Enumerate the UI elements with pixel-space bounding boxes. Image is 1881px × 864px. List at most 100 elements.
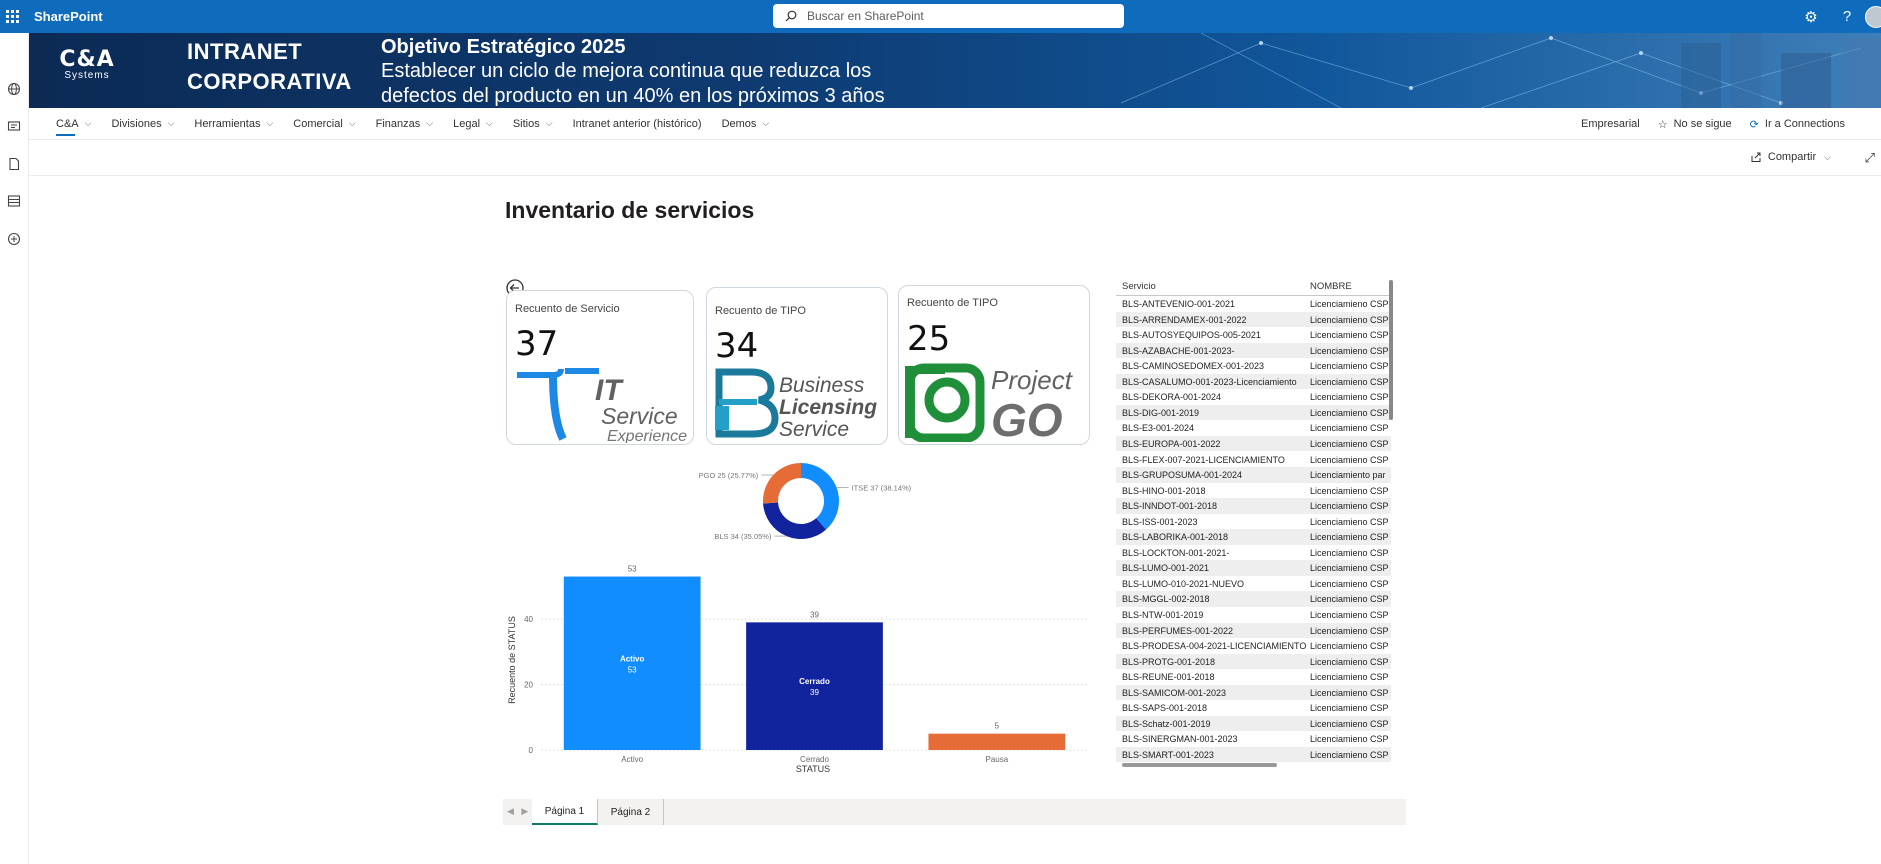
bls-logo-line3: Service	[779, 418, 849, 441]
services-table[interactable]: Servicio NOMBRE BLS-ANTEVENIO-001-2021 Li…	[1116, 276, 1406, 772]
table-row[interactable]: BLS-AZABACHE-001-2023- Licenciamieno CSP	[1116, 342, 1391, 359]
bar-inside-value-label: 39	[810, 688, 819, 697]
table-row[interactable]: BLS-SMART-001-2023 Licenciamieno CSP	[1116, 746, 1391, 763]
card-itse-count[interactable]: Recuento de Servicio 37 IT Service Exper…	[506, 290, 694, 445]
itse-logo: IT Service Experience	[517, 368, 687, 443]
cell-nombre: Licenciamieno CSP	[1310, 407, 1389, 418]
share-icon	[1751, 152, 1761, 162]
table-row[interactable]: BLS-ISS-001-2023 Licenciamieno CSP	[1116, 514, 1391, 530]
document-icon[interactable]	[6, 157, 22, 173]
nav-item-legal[interactable]: Legal ⌵	[453, 108, 493, 140]
tab-pagina-1[interactable]: Página 1	[532, 799, 598, 825]
cell-nombre: Licenciamiento par	[1310, 470, 1386, 481]
follow-button[interactable]: ☆ No se sigue	[1658, 118, 1732, 131]
cell-servicio: BLS-PROTG-001-2018	[1122, 656, 1216, 667]
cell-nombre: Licenciamieno CSP	[1310, 703, 1389, 714]
news-icon[interactable]	[6, 119, 22, 135]
search-box[interactable]: Buscar en SharePoint	[773, 4, 1124, 28]
table-row[interactable]: BLS-SAMICOM-001-2023 Licenciamieno CSP	[1116, 684, 1391, 701]
nav-item-ca[interactable]: C&A ⌵	[56, 108, 91, 140]
bar-value-label: 5	[995, 722, 1000, 731]
table-row[interactable]: BLS-DIG-001-2019 Licenciamieno CSP	[1116, 404, 1391, 421]
nav-item-divisiones[interactable]: Divisiones ⌵	[111, 108, 174, 140]
card-value: 34	[715, 326, 759, 366]
table-row[interactable]: BLS-HINO-001-2018 Licenciamieno CSP	[1116, 483, 1391, 499]
column-header-nombre[interactable]: NOMBRE	[1310, 281, 1352, 292]
app-launcher-icon[interactable]	[0, 0, 24, 33]
table-row[interactable]: BLS-INNDOT-001-2018 Licenciamieno CSP	[1116, 498, 1391, 514]
table-row[interactable]: BLS-REUNE-001-2018 Licenciamieno CSP	[1116, 669, 1391, 685]
table-row[interactable]: BLS-DEKORA-001-2024 Licenciamieno CSP	[1116, 389, 1391, 405]
table-row[interactable]: BLS-ANTEVENIO-001-2021 Licenciamieno CSP	[1116, 296, 1391, 312]
expand-icon[interactable]: ⤢	[1865, 150, 1875, 166]
card-bls-count[interactable]: Recuento de TIPO 34 Business Licensing S…	[706, 287, 888, 445]
tab-pagina-2[interactable]: Página 2	[598, 799, 664, 825]
table-row[interactable]: BLS-FLEX-007-2021-LICENCIAMIENTO Licencia…	[1116, 452, 1391, 468]
nav-item-comercial[interactable]: Comercial ⌵	[293, 108, 355, 140]
donut-slice-pgo[interactable]	[763, 463, 801, 504]
command-bar: Compartir ⌵ ⤢	[29, 141, 1881, 176]
table-row[interactable]: BLS-Schatz-001-2019 Licenciamieno CSP	[1116, 715, 1391, 732]
donut-slice-itse[interactable]	[801, 463, 839, 530]
avatar[interactable]	[1865, 5, 1881, 28]
table-row[interactable]: BLS-PROTG-001-2018 Licenciamieno CSP	[1116, 653, 1391, 670]
bar-pausa[interactable]	[928, 733, 1066, 750]
donut-slice-bls[interactable]	[763, 502, 827, 539]
cell-nombre: Licenciamieno CSP	[1310, 687, 1389, 698]
nav-item-sitios[interactable]: Sitios ⌵	[513, 108, 553, 140]
table-row[interactable]: BLS-E3-001-2024 Licenciamieno CSP	[1116, 420, 1391, 436]
table-row[interactable]: BLS-SAPS-001-2018 Licenciamieno CSP	[1116, 700, 1391, 716]
table-row[interactable]: BLS-AUTOSYEQUIPOS-005-2021 Licenciamieno …	[1116, 327, 1391, 343]
nav-item-finanzas[interactable]: Finanzas ⌵	[376, 108, 433, 140]
table-row[interactable]: BLS-LUMO-010-2021-NUEVO Licenciamieno CSP	[1116, 576, 1391, 592]
table-row[interactable]: BLS-EUROPA-001-2022 Licenciamieno CSP	[1116, 435, 1391, 452]
table-row[interactable]: BLS-LUMO-001-2021 Licenciamieno CSP	[1116, 560, 1391, 576]
table-row[interactable]: BLS-NTW-001-2019 Licenciamieno CSP	[1116, 607, 1391, 623]
add-circle-icon[interactable]	[6, 232, 22, 248]
table-row[interactable]: BLS-MGGL-002-2018 Licenciamieno CSP	[1116, 591, 1391, 607]
card-label: Recuento de TIPO	[907, 297, 998, 309]
table-row[interactable]: BLS-GRUPOSUMA-001-2024 Licenciamiento par	[1116, 467, 1391, 483]
connections-button[interactable]: ⟳ Ir a Connections	[1750, 118, 1845, 131]
donut-chart[interactable]: ITSE 37 (38.14%) BLS 34 (35.05%) PGO 25 (2…	[633, 446, 933, 556]
table-row[interactable]: BLS-CAMINOSEDOMEX-001-2023 Licenciamieno …	[1116, 358, 1391, 374]
nav-item-intranet-anterior[interactable]: Intranet anterior (histórico)	[573, 108, 702, 140]
table-row[interactable]: BLS-SINERGMAN-001-2023 Licenciamieno CSP	[1116, 731, 1391, 747]
nav-label: Herramientas	[194, 117, 261, 130]
vertical-scrollbar[interactable]	[1389, 280, 1393, 420]
bar-value-label: 53	[628, 565, 637, 574]
nav-item-demos[interactable]: Demos ⌵	[722, 108, 770, 140]
bls-logo-line1: Business	[779, 374, 865, 397]
cell-nombre: Licenciamieno CSP	[1310, 299, 1389, 309]
table-row[interactable]: BLS-LOCKTON-001-2021- Licenciamieno CSP	[1116, 545, 1391, 561]
cell-servicio: BLS-INNDOT-001-2018	[1122, 501, 1218, 512]
list-icon[interactable]	[6, 194, 22, 210]
company-logo[interactable]: C&A Systems	[57, 47, 117, 93]
y-tick-label: 40	[524, 615, 533, 624]
x-axis-title: STATUS	[796, 764, 830, 774]
globe-icon[interactable]	[6, 82, 22, 98]
nav-item-herramientas[interactable]: Herramientas ⌵	[194, 108, 273, 140]
table-row[interactable]: BLS-LABORIKA-001-2018 Licenciamieno CSP	[1116, 529, 1391, 545]
share-button[interactable]: Compartir ⌵	[1750, 151, 1831, 163]
table-row[interactable]: BLS-CASALUMO-001-2023-Licenciamiento Lice…	[1116, 373, 1391, 390]
settings-gear-icon[interactable]: ⚙	[1793, 8, 1829, 26]
report-page-tabs: ◀ ▶ Página 1 Página 2	[503, 799, 1406, 825]
pgo-logo-line1: Project	[991, 365, 1074, 395]
cell-servicio: BLS-AZABACHE-001-2023-	[1122, 345, 1235, 356]
card-label: Recuento de Servicio	[515, 303, 620, 315]
left-app-rail	[0, 33, 29, 864]
logo-subtext: Systems	[64, 70, 110, 81]
chevron-down-icon: ⌵	[266, 118, 274, 128]
column-header-servicio[interactable]: Servicio	[1122, 281, 1156, 292]
table-row[interactable]: BLS-PRODESA-004-2021-LICENCIAMIENTO Licen…	[1116, 638, 1391, 654]
status-bar-chart[interactable]: 0 20 40 Recuento de STATUS STATUS 53 Activo Act…	[503, 554, 1103, 794]
help-icon[interactable]: ?	[1829, 8, 1865, 25]
table-row[interactable]: BLS-PERFUMES-001-2022 Licenciamieno CSP	[1116, 622, 1391, 639]
horizontal-scrollbar[interactable]	[1122, 763, 1277, 767]
card-pgo-count[interactable]: Recuento de TIPO 25 Project GO	[898, 285, 1090, 445]
app-name[interactable]: SharePoint	[34, 9, 103, 24]
table-row[interactable]: BLS-ARRENDAMEX-001-2022 Licenciamieno CSP	[1116, 311, 1391, 328]
cell-servicio: BLS-SINERGMAN-001-2023	[1122, 734, 1238, 745]
page-nav-arrows-icon[interactable]: ◀ ▶	[507, 806, 528, 817]
